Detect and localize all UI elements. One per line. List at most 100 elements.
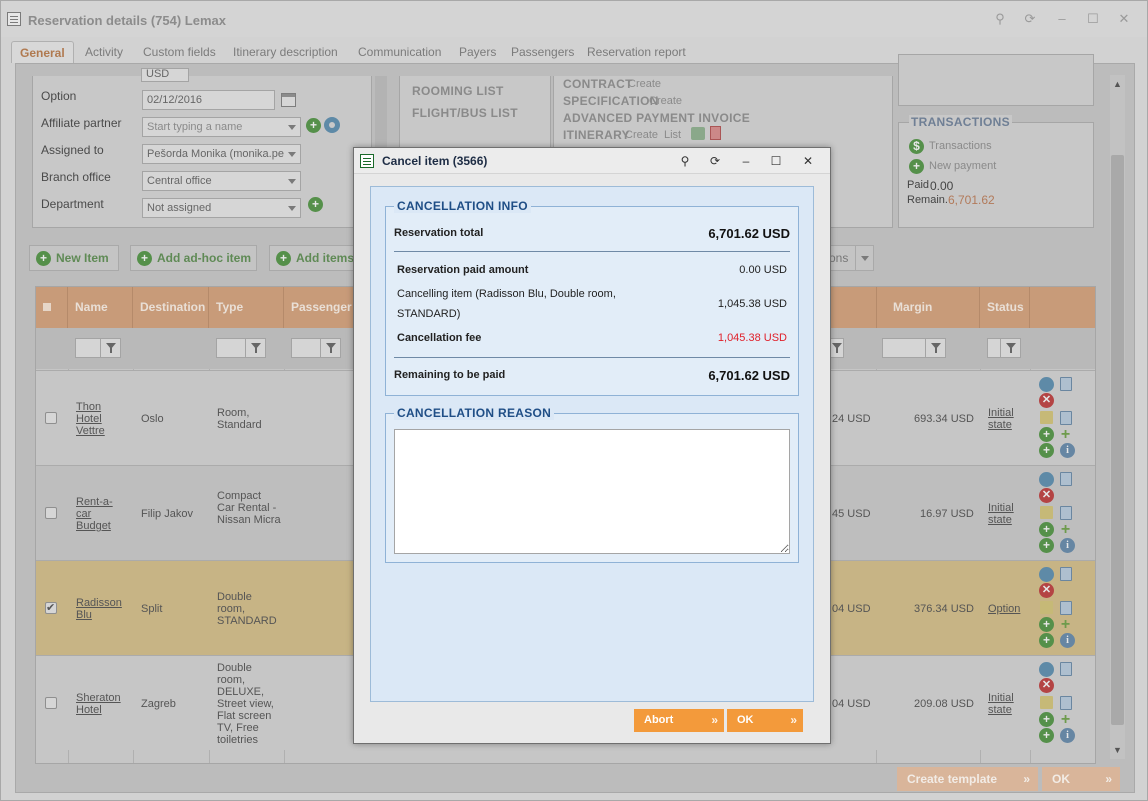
email-icon[interactable] — [691, 127, 705, 140]
edit-icon[interactable] — [1040, 411, 1053, 424]
close-icon[interactable]: ✕ — [799, 152, 817, 170]
header-destination[interactable]: Destination — [133, 287, 209, 328]
new-item-button[interactable]: + New Item — [29, 245, 119, 271]
department-select[interactable]: Not assigned — [142, 198, 301, 218]
itinerary-create-link[interactable]: Create — [625, 129, 658, 141]
margin-filter[interactable] — [882, 338, 946, 358]
add-service-icon[interactable]: + — [1039, 443, 1054, 458]
filter-icon[interactable] — [1000, 339, 1020, 357]
edit-icon[interactable] — [1040, 696, 1053, 709]
minimize-icon[interactable]: – — [737, 152, 755, 170]
row-checkbox-checked[interactable] — [45, 601, 57, 614]
tab-passengers[interactable]: Passengers — [511, 41, 574, 63]
note-icon[interactable] — [1060, 696, 1072, 710]
tab-custom-fields[interactable]: Custom fields — [143, 41, 216, 63]
add-icon[interactable]: + — [1039, 712, 1054, 727]
gear-icon[interactable] — [1039, 472, 1054, 487]
move-icon[interactable]: + — [1058, 617, 1073, 633]
type-filter[interactable] — [216, 338, 266, 358]
add-icon[interactable]: + — [1039, 617, 1054, 632]
branch-office-select[interactable]: Central office — [142, 171, 301, 191]
add-icon[interactable]: + — [1039, 427, 1054, 442]
item-status[interactable]: Initial state — [988, 502, 1026, 526]
pin-icon[interactable]: ⚲ — [991, 10, 1009, 28]
item-name-link[interactable]: Sheraton Hotel — [76, 692, 121, 716]
item-name-link[interactable]: Rent-a-car Budget — [76, 496, 113, 532]
close-icon[interactable]: ✕ — [1115, 10, 1133, 28]
copy-icon[interactable] — [1060, 567, 1072, 581]
contract-create-link[interactable]: Create — [628, 78, 661, 90]
advanced-payment-invoice-label[interactable]: ADVANCED PAYMENT INVOICE — [563, 111, 750, 125]
add-department-icon[interactable]: + — [308, 197, 323, 212]
edit-icon[interactable] — [1040, 506, 1053, 519]
pin-icon[interactable]: ⚲ — [676, 152, 694, 170]
options-dropdown[interactable] — [855, 246, 873, 270]
cancel-icon[interactable]: ✕ — [1039, 583, 1054, 598]
affiliate-partner-input[interactable]: Start typing a name — [142, 117, 301, 137]
row-checkbox[interactable] — [45, 507, 57, 519]
scroll-down-icon[interactable]: ▼ — [1113, 745, 1122, 755]
gear-icon[interactable] — [324, 117, 340, 133]
filter-icon[interactable] — [100, 339, 120, 357]
status-filter[interactable] — [987, 338, 1021, 358]
cancellation-reason-input[interactable] — [394, 429, 790, 554]
item-status[interactable]: Initial state — [988, 692, 1026, 716]
note-icon[interactable] — [1060, 411, 1072, 425]
scroll-up-icon[interactable]: ▲ — [1113, 79, 1122, 89]
item-name-link[interactable]: Thon Hotel Vettre — [76, 401, 105, 437]
dialog-ok-button[interactable]: OK » — [727, 709, 803, 732]
info-icon[interactable]: i — [1060, 633, 1075, 648]
item-status-link[interactable]: Initial state — [988, 407, 1014, 431]
tab-communication[interactable]: Communication — [358, 41, 441, 63]
create-template-button[interactable]: Create template » — [897, 767, 1038, 791]
info-icon[interactable]: i — [1060, 728, 1075, 743]
copy-icon[interactable] — [1060, 377, 1072, 391]
header-passenger[interactable]: Passenger — [284, 287, 356, 328]
add-service-icon[interactable]: + — [1039, 538, 1054, 553]
select-all-checkbox[interactable] — [43, 303, 51, 311]
item-status[interactable]: Option — [988, 603, 1026, 615]
add-service-icon[interactable]: + — [1039, 728, 1054, 743]
calendar-icon[interactable] — [281, 93, 296, 107]
header-margin[interactable]: Margin — [876, 287, 980, 328]
refresh-icon[interactable]: ⟳ — [706, 152, 724, 170]
item-name[interactable]: Thon Hotel Vettre — [76, 401, 126, 437]
new-payment-link[interactable]: New payment — [929, 160, 996, 172]
gear-icon[interactable] — [1039, 567, 1054, 582]
ok-button[interactable]: OK » — [1042, 767, 1120, 791]
abort-button[interactable]: Abort » — [634, 709, 724, 732]
add-items-button[interactable]: + Add items — [269, 245, 355, 271]
move-icon[interactable]: + — [1058, 712, 1073, 728]
note-icon[interactable] — [1060, 601, 1072, 615]
scrollbar-thumb[interactable] — [1111, 155, 1124, 725]
itinerary-list-link[interactable]: List — [664, 129, 681, 141]
option-date-field[interactable]: 02/12/2016 — [142, 90, 275, 110]
item-name-link[interactable]: Radisson Blu — [76, 597, 122, 621]
cancel-icon[interactable]: ✕ — [1039, 678, 1054, 693]
edit-icon[interactable] — [1040, 601, 1053, 614]
row-checkbox[interactable] — [45, 412, 57, 424]
transactions-link[interactable]: Transactions — [929, 140, 992, 152]
header-name[interactable]: Name — [68, 287, 133, 328]
info-icon[interactable]: i — [1060, 538, 1075, 553]
refresh-icon[interactable]: ⟳ — [1021, 10, 1039, 28]
item-name[interactable]: Radisson Blu — [76, 597, 126, 621]
move-icon[interactable]: + — [1058, 522, 1073, 538]
item-status-link[interactable]: Initial state — [988, 692, 1014, 716]
tab-general[interactable]: General — [11, 41, 74, 63]
add-adhoc-item-button[interactable]: + Add ad-hoc item — [130, 245, 257, 271]
tab-activity[interactable]: Activity — [85, 41, 123, 63]
cancel-icon[interactable]: ✕ — [1039, 488, 1054, 503]
filter-icon[interactable] — [245, 339, 265, 357]
add-payment-icon[interactable]: + — [909, 159, 924, 174]
pdf-icon[interactable] — [710, 126, 721, 140]
copy-icon[interactable] — [1060, 472, 1072, 486]
header-status[interactable]: Status — [980, 287, 1030, 328]
add-affiliate-icon[interactable]: + — [306, 118, 321, 133]
maximize-icon[interactable]: ☐ — [1084, 10, 1102, 28]
assigned-to-select[interactable]: Pešorda Monika (monika.pe — [142, 144, 301, 164]
currency-field[interactable]: USD — [141, 68, 189, 82]
note-icon[interactable] — [1060, 506, 1072, 520]
info-icon[interactable]: i — [1060, 443, 1075, 458]
copy-icon[interactable] — [1060, 662, 1072, 676]
